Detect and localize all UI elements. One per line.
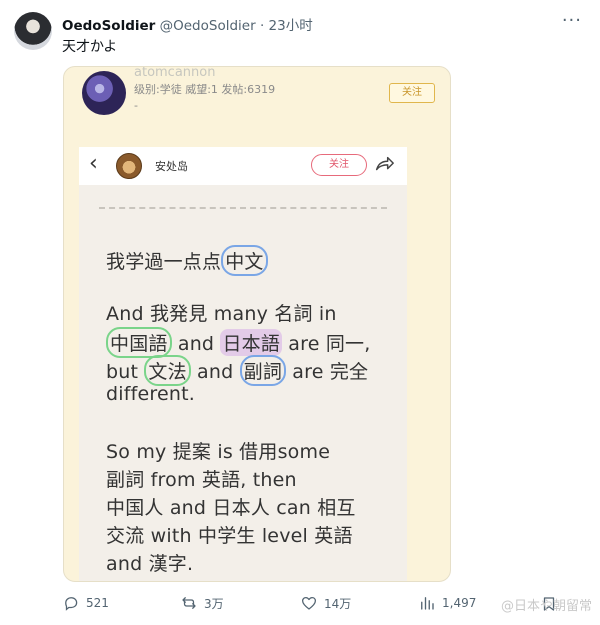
views-button[interactable]: 1,497 <box>418 594 476 612</box>
handwritten-line-10: and 漢字. <box>106 553 194 575</box>
display-name[interactable]: OedoSoldier <box>62 18 155 34</box>
like-button[interactable]: 14万 <box>300 594 351 612</box>
reply-button[interactable]: 521 <box>62 594 109 612</box>
circled-text: 副詞 <box>239 355 287 386</box>
retweet-button[interactable]: 3万 <box>180 594 224 612</box>
tweet-header: OedoSoldier @OedoSoldier · 23小时 <box>62 14 313 34</box>
handwritten-line-1: 我学過一点点 中文 <box>106 245 268 276</box>
tweet-media-image[interactable]: atomcannon 级别:学徒 威望:1 发帖:6319 - 关注 ‹ 安处岛… <box>63 66 451 582</box>
highlighted-text: 日本語 <box>220 329 283 356</box>
like-count: 14万 <box>324 596 352 611</box>
embedded-phone-screenshot: ‹ 安处岛 关注 我学過一点点 中文 And 我発見 many 名詞 in 中国語… <box>79 147 407 581</box>
retweet-icon <box>182 597 196 609</box>
embedded-meta: 级别:学徒 威望:1 发帖:6319 <box>134 83 276 96</box>
handwritten-line-5: different. <box>106 383 196 405</box>
embedded-follow-button: 关注 <box>389 83 435 103</box>
board-follow-button: 关注 <box>311 154 367 176</box>
watermark: @日本や朝留常 <box>500 599 592 614</box>
retweet-count: 3万 <box>204 596 224 611</box>
circled-text: 中文 <box>221 245 268 276</box>
handwritten-line-9: 交流 with 中学生 level 英語 <box>106 525 353 547</box>
embedded-username: atomcannon <box>134 66 216 80</box>
handwritten-line-2: And 我発見 many 名詞 in <box>106 303 337 325</box>
views-count: 1,497 <box>442 596 477 610</box>
handwritten-line-6: So my 提案 is 借用some <box>106 441 331 463</box>
circled-text: 文法 <box>144 355 191 386</box>
embedded-avatar <box>82 71 126 115</box>
share-icon <box>375 156 394 171</box>
tweet-time[interactable]: · 23小时 <box>260 18 313 34</box>
user-avatar[interactable] <box>14 12 52 50</box>
reply-icon <box>65 597 78 611</box>
handwritten-line-7: 副詞 from 英語, then <box>106 469 297 491</box>
handwritten-line-8: 中国人 and 日本人 can 相互 <box>106 497 356 519</box>
heart-icon <box>301 596 317 610</box>
dashed-divider <box>99 207 387 209</box>
tweet-text: 天才かよ <box>62 39 118 55</box>
board-name: 安处岛 <box>155 160 188 173</box>
user-handle[interactable]: @OedoSoldier <box>160 18 256 34</box>
handwritten-line-3: 中国語 and 日本語 are 同一, <box>106 327 371 358</box>
handwritten-line-4: but 文法 and 副詞 are 完全 <box>106 355 368 386</box>
highlighted-text: 中国語 <box>106 327 172 358</box>
reply-count: 521 <box>86 596 109 610</box>
embedded-nav-bar: ‹ 安处岛 关注 <box>79 147 407 185</box>
embedded-dash: - <box>134 99 138 112</box>
more-options-icon[interactable]: ··· <box>562 10 582 31</box>
back-icon: ‹ <box>89 151 98 176</box>
board-avatar <box>116 153 142 179</box>
views-icon <box>421 597 434 610</box>
